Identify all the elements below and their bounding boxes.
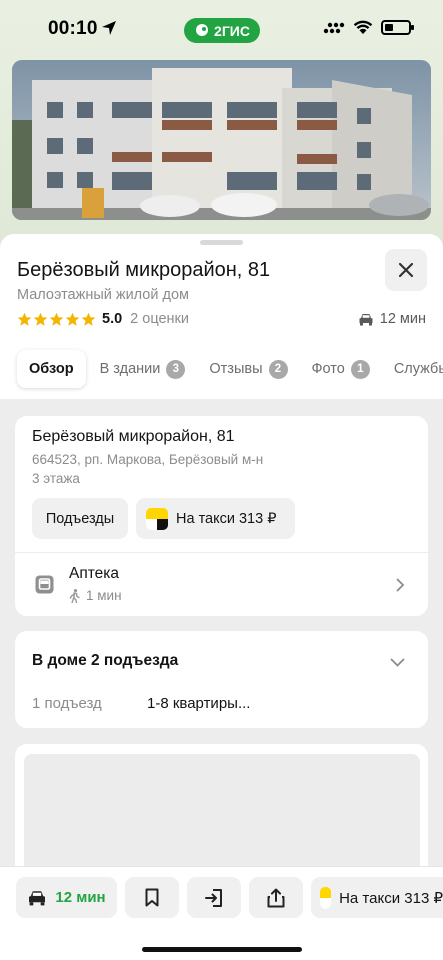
bookmark-icon [145, 888, 159, 907]
entrance-number: 1 подъезд [32, 695, 102, 712]
star-icon [33, 312, 48, 326]
enter-icon [205, 888, 222, 907]
tab-label: Службы [393, 361, 443, 377]
rating-stars [17, 312, 96, 327]
tab-label: Фото [311, 361, 345, 377]
postal-address: 664523, рп. Маркова, Берёзовый м-н [32, 452, 264, 467]
bookmark-button[interactable] [125, 877, 179, 918]
place-category: Малоэтажный жилой дом [17, 287, 189, 303]
route-button[interactable]: 12 мин [16, 877, 117, 918]
share-button[interactable] [249, 877, 303, 918]
tab-reviews[interactable]: Отзывы 2 [209, 350, 288, 388]
address-card: Берёзовый микрорайон, 81 664523, рп. Мар… [15, 416, 428, 616]
place-sheet: Берёзовый микрорайон, 81 Малоэтажный жил… [0, 234, 443, 960]
bottom-action-bar: 12 мин На такси 313 ₽ [0, 866, 443, 960]
status-bar: 00:10 2ГИС [0, 0, 443, 58]
yandex-taxi-icon [146, 507, 168, 530]
entrances-card[interactable]: В доме 2 подъезда 1 подъезд 1-8 квартиры… [15, 631, 428, 728]
status-icons [323, 20, 414, 35]
entrance-apartments: 1-8 квартиры... [147, 695, 251, 712]
tab-photos[interactable]: Фото 1 [312, 350, 370, 388]
place-title: Берёзовый микрорайон, 81 [17, 259, 271, 281]
entrances-button[interactable]: Подъезды [32, 498, 128, 539]
tab-label: Обзор [29, 361, 74, 377]
entrances-button-label: Подъезды [45, 510, 115, 527]
taxi-button-label: На такси 313 ₽ [176, 510, 277, 527]
building-photo[interactable] [12, 60, 431, 220]
status-time: 00:10 [48, 18, 98, 39]
bus-stop-icon [35, 575, 54, 594]
nearby-walk-label: 1 мин [86, 588, 122, 603]
entrance-route-button[interactable] [187, 877, 241, 918]
floors-count: 3 этажа [32, 471, 80, 486]
tabs-bar: Обзор В здании 3 Отзывы 2 Фото 1 Службы [17, 350, 443, 388]
star-icon [81, 312, 96, 326]
nearby-name: Аптека [69, 565, 120, 582]
location-arrow-icon [102, 21, 116, 35]
star-icon [65, 312, 80, 326]
home-indicator[interactable] [142, 947, 302, 952]
share-icon [267, 888, 285, 907]
tab-count-badge: 1 [350, 359, 370, 379]
brand-label: 2ГИС [214, 22, 250, 39]
tab-overview[interactable]: Обзор [17, 350, 86, 388]
tab-label: В здании [99, 361, 161, 377]
rating-row[interactable]: 5.0 2 оценки [17, 311, 189, 327]
taxi-button[interactable]: На такси 313 ₽ [136, 498, 295, 539]
walking-icon [69, 588, 80, 603]
travel-time-label: 12 мин [379, 311, 426, 327]
wifi-icon [353, 20, 373, 34]
travel-time[interactable]: 12 мин [358, 311, 426, 327]
bottom-taxi-label: На такси 313 ₽ [339, 889, 443, 907]
battery-icon [381, 20, 414, 35]
nearby-walk-time: 1 мин [69, 588, 122, 603]
close-icon [398, 262, 414, 278]
tab-in-building[interactable]: В здании 3 [100, 350, 186, 388]
brand-badge[interactable]: 2ГИС [184, 18, 260, 43]
tab-count-badge: 3 [166, 359, 186, 379]
tab-count-badge: 2 [268, 359, 288, 379]
star-icon [49, 312, 64, 326]
sheet-grabber[interactable] [200, 240, 243, 245]
building-photo-image [12, 60, 431, 220]
route-eta: 12 мин [55, 889, 106, 906]
rating-value: 5.0 [102, 311, 123, 327]
brand-logo-icon [196, 23, 209, 36]
entrances-title: В доме 2 подъезда [32, 652, 179, 669]
chevron-right-icon [396, 578, 405, 592]
rating-count: 2 оценки [130, 311, 189, 327]
tab-services[interactable]: Службы [394, 350, 443, 388]
bottom-taxi-button[interactable]: На такси 313 ₽ [311, 877, 443, 918]
address-title: Берёзовый микрорайон, 81 [32, 428, 235, 445]
close-button[interactable] [385, 249, 427, 291]
nearby-pharmacy-row[interactable]: Аптека 1 мин [15, 553, 428, 616]
car-icon [359, 313, 373, 325]
tab-label: Отзывы [209, 361, 263, 377]
yandex-taxi-icon [320, 886, 332, 909]
car-icon [29, 890, 46, 905]
star-icon [17, 312, 32, 326]
chevron-down-icon[interactable] [390, 658, 405, 667]
cellular-signal-icon [323, 22, 345, 33]
